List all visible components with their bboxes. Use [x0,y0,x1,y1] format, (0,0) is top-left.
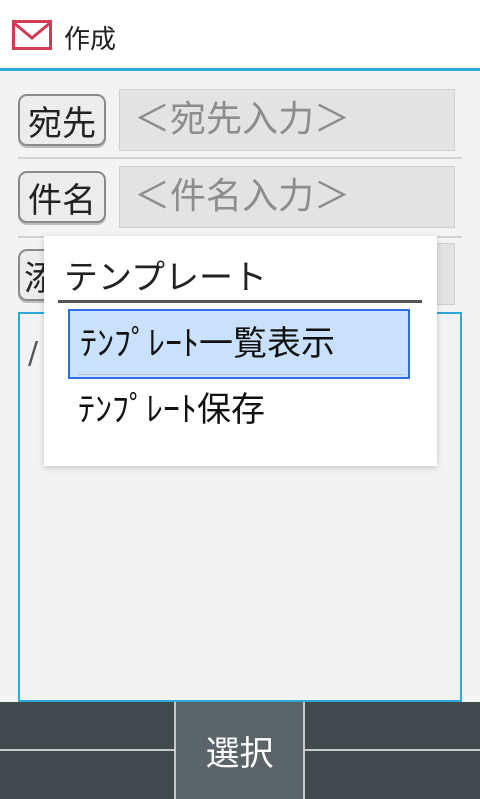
select-button-label: 選択 [205,734,274,774]
subject-button-label: 件名 [28,180,96,221]
subject-button[interactable]: 件名 [18,171,106,223]
divider [18,157,462,159]
softkey-right[interactable] [305,749,480,751]
mail-icon [12,20,52,50]
page-title: 作成 [64,25,117,55]
softkey-left[interactable] [0,749,174,751]
menu-item-template-save[interactable]: ﾃﾝﾌﾟﾚｰﾄ保存 [68,377,410,447]
text-cursor: / [28,336,39,371]
title-bar: 作成 [0,0,480,71]
menu-item-template-list[interactable]: ﾃﾝﾌﾟﾚｰﾄ一覧表示 [68,309,410,379]
recipient-button-label: 宛先 [28,103,96,144]
recipient-button[interactable]: 宛先 [18,94,106,146]
popup-title-divider [58,300,422,303]
menu-divider [78,374,404,375]
select-button[interactable]: 選択 [174,702,305,799]
subject-input[interactable]: ＜件名入力＞ [119,166,455,228]
template-popup-menu: テンプレート ﾃﾝﾌﾟﾚｰﾄ一覧表示 ﾃﾝﾌﾟﾚｰﾄ保存 [44,236,437,466]
recipient-input[interactable]: ＜宛先入力＞ [119,89,455,151]
bottom-softkey-bar: 選択 [0,702,480,799]
popup-title: テンプレート [64,258,267,298]
